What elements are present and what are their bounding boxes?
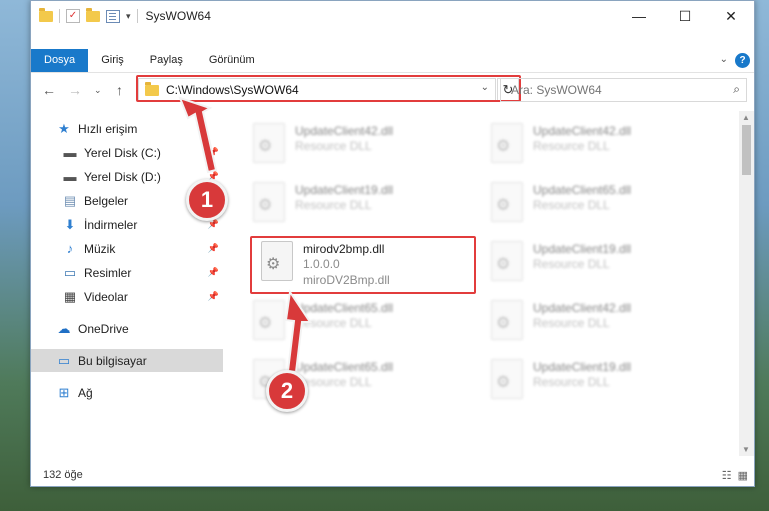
step-badge-1: 1 bbox=[186, 179, 228, 221]
annotation-arrows bbox=[178, 96, 312, 374]
arrow-to-file bbox=[284, 289, 312, 374]
arrow-to-address-bar bbox=[178, 96, 218, 174]
step-badge-2: 2 bbox=[266, 370, 308, 412]
